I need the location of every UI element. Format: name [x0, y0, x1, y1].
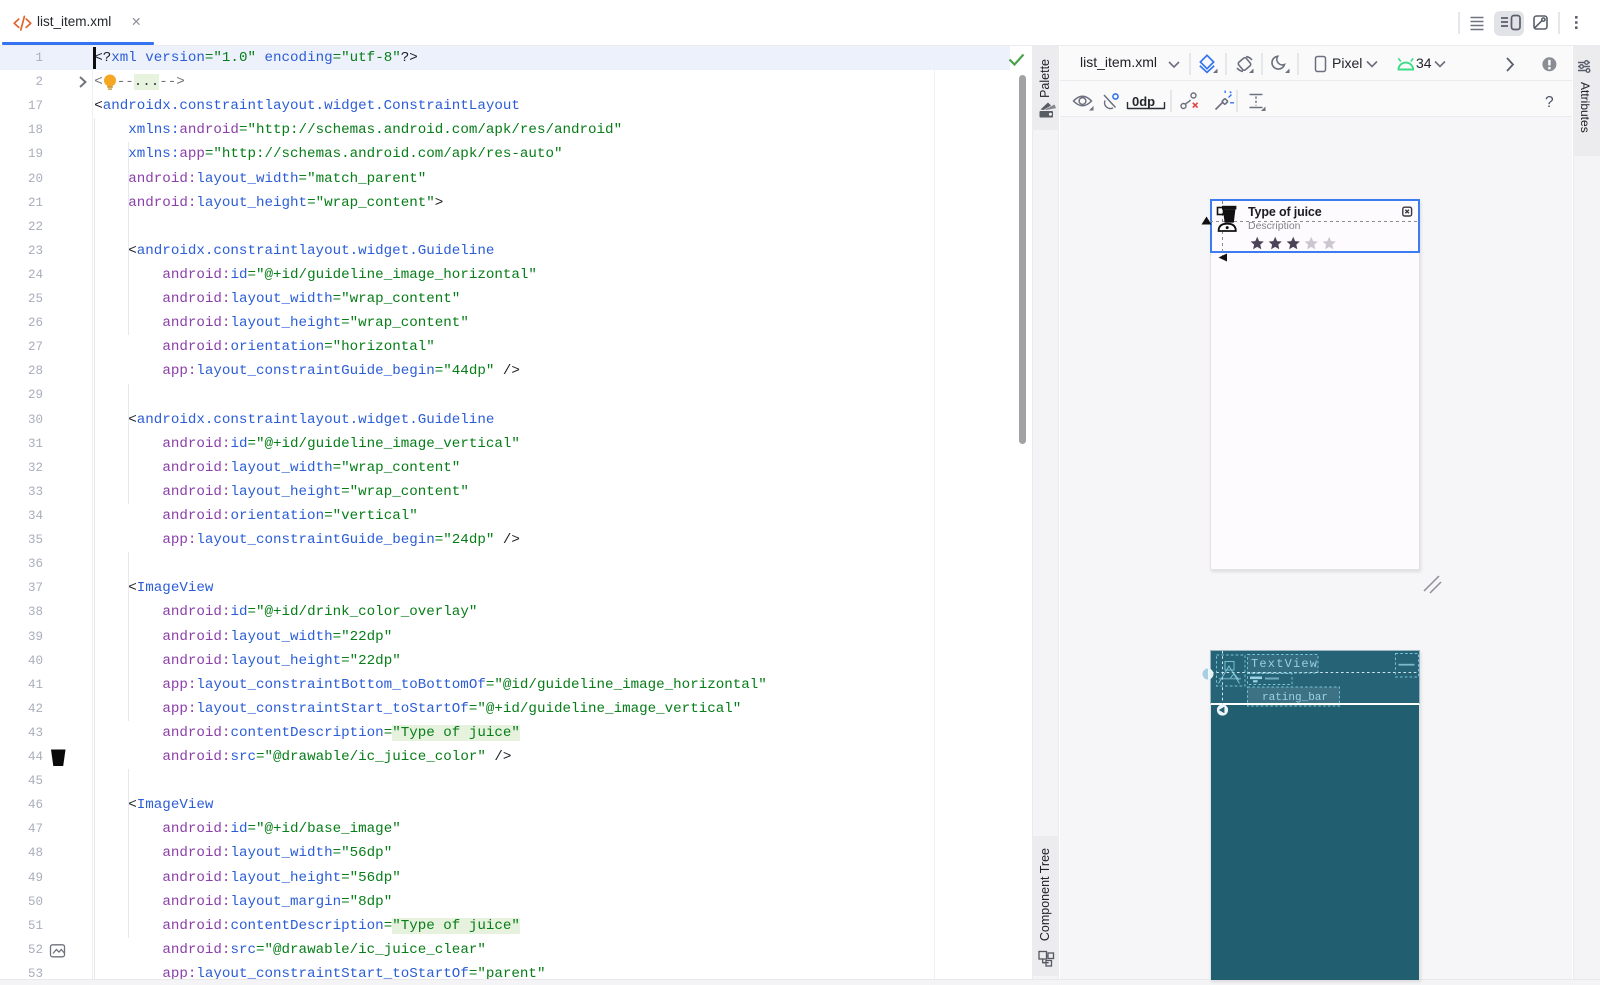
svg-text:?: ?	[1545, 94, 1554, 111]
